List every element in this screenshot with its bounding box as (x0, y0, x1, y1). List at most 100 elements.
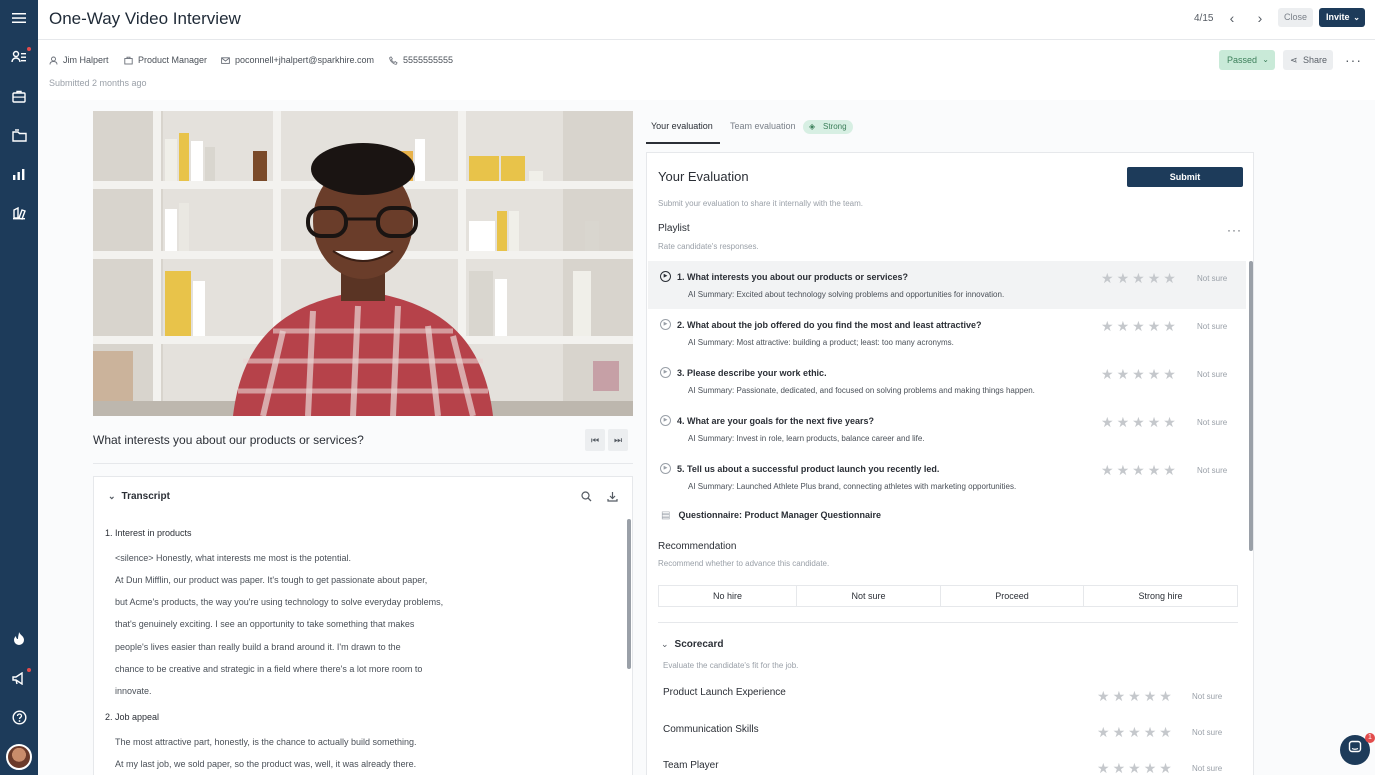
reports-icon[interactable] (9, 164, 29, 184)
jobs-icon[interactable] (9, 86, 29, 106)
star-rating[interactable]: ★ ★ ★ ★ ★ (1101, 271, 1176, 285)
star-icon[interactable]: ★ (1132, 271, 1145, 285)
star-rating[interactable]: ★ ★ ★ ★ ★ (1101, 463, 1176, 477)
next-chevron-icon[interactable]: › (1252, 10, 1268, 26)
star-icon[interactable]: ★ (1128, 725, 1141, 739)
search-icon[interactable] (579, 491, 593, 505)
star-icon[interactable]: ★ (1132, 415, 1145, 429)
star-icon[interactable]: ★ (1117, 319, 1130, 333)
star-icon[interactable]: ★ (1117, 367, 1130, 381)
rating-not-sure[interactable]: Not sure (1197, 466, 1227, 475)
scorecard-header[interactable]: ⌄ Scorecard (661, 639, 723, 650)
star-icon[interactable]: ★ (1113, 725, 1126, 739)
star-icon[interactable]: ★ (1148, 271, 1161, 285)
star-icon[interactable]: ★ (1159, 725, 1172, 739)
tab-your-evaluation[interactable]: Your evaluation (651, 121, 713, 131)
rating-not-sure[interactable]: Not sure (1197, 418, 1227, 427)
rating-not-sure[interactable]: Not sure (1197, 274, 1227, 283)
rating-not-sure[interactable]: Not sure (1192, 692, 1222, 701)
playlist-item[interactable]: ▶ 2. What about the job offered do you f… (648, 309, 1246, 357)
close-button[interactable]: Close (1278, 8, 1313, 27)
playlist-item[interactable]: ▶ 5. Tell us about a successful product … (648, 453, 1246, 501)
star-icon[interactable]: ★ (1101, 415, 1114, 429)
playlist-item[interactable]: ▶ 1. What interests you about our produc… (648, 261, 1246, 309)
star-rating[interactable]: ★ ★ ★ ★ ★ (1101, 367, 1176, 381)
recommendation-no-hire[interactable]: No hire (659, 586, 797, 606)
star-icon[interactable]: ★ (1132, 367, 1145, 381)
invite-button[interactable]: Invite ⌄ (1319, 8, 1365, 27)
star-icon[interactable]: ★ (1163, 271, 1176, 285)
star-icon[interactable]: ★ (1101, 271, 1114, 285)
status-dropdown[interactable]: Passed ⌄ (1219, 50, 1275, 70)
play-icon[interactable]: ▶ (660, 367, 671, 378)
menu-icon[interactable] (9, 8, 29, 28)
star-rating[interactable]: ★ ★ ★ ★ ★ (1101, 415, 1176, 429)
star-icon[interactable]: ★ (1097, 725, 1110, 739)
star-icon[interactable]: ★ (1148, 415, 1161, 429)
star-icon[interactable]: ★ (1117, 415, 1130, 429)
star-icon[interactable]: ★ (1132, 463, 1145, 477)
star-icon[interactable]: ★ (1144, 761, 1157, 775)
star-icon[interactable]: ★ (1113, 689, 1126, 703)
star-icon[interactable]: ★ (1163, 367, 1176, 381)
star-icon[interactable]: ★ (1101, 463, 1114, 477)
folder-icon[interactable] (9, 125, 29, 145)
star-icon[interactable]: ★ (1128, 761, 1141, 775)
user-avatar[interactable] (6, 744, 32, 770)
rating-not-sure[interactable]: Not sure (1197, 322, 1227, 331)
star-icon[interactable]: ★ (1144, 689, 1157, 703)
announcement-icon[interactable] (9, 668, 29, 688)
star-icon[interactable]: ★ (1101, 319, 1114, 333)
questionnaire-item[interactable]: ▤ Questionnaire: Product Manager Question… (661, 510, 881, 521)
star-rating[interactable]: ★ ★ ★ ★ ★ (1097, 689, 1172, 703)
star-rating[interactable]: ★ ★ ★ ★ ★ (1097, 761, 1172, 775)
candidate-email[interactable]: poconnell+jhalpert@sparkhire.com (235, 55, 374, 65)
star-icon[interactable]: ★ (1163, 319, 1176, 333)
star-icon[interactable]: ★ (1128, 689, 1141, 703)
play-icon[interactable]: ▶ (660, 319, 671, 330)
star-rating[interactable]: ★ ★ ★ ★ ★ (1097, 725, 1172, 739)
star-icon[interactable]: ★ (1148, 463, 1161, 477)
help-icon[interactable] (9, 707, 29, 727)
next-question-button[interactable]: ⏭ (608, 429, 628, 451)
candidates-icon[interactable] (9, 47, 29, 67)
transcript-header[interactable]: ⌄ Transcript (108, 491, 170, 502)
previous-chevron-icon[interactable]: ‹ (1224, 10, 1240, 26)
transcript-scrollbar[interactable] (627, 519, 631, 669)
library-icon[interactable] (9, 203, 29, 223)
more-options-icon[interactable]: ··· (1345, 52, 1362, 68)
evaluation-scrollbar[interactable] (1249, 261, 1253, 551)
play-icon[interactable]: ▶ (660, 415, 671, 426)
star-icon[interactable]: ★ (1148, 319, 1161, 333)
star-icon[interactable]: ★ (1159, 689, 1172, 703)
video-player[interactable] (93, 111, 633, 416)
rating-not-sure[interactable]: Not sure (1192, 764, 1222, 773)
submit-button[interactable]: Submit (1127, 167, 1243, 187)
download-icon[interactable] (605, 491, 619, 505)
star-icon[interactable]: ★ (1097, 689, 1110, 703)
recommendation-not-sure[interactable]: Not sure (797, 586, 941, 606)
star-icon[interactable]: ★ (1159, 761, 1172, 775)
star-icon[interactable]: ★ (1101, 367, 1114, 381)
playlist-item[interactable]: ▶ 4. What are your goals for the next fi… (648, 405, 1246, 453)
tab-team-evaluation[interactable]: Team evaluation (730, 121, 796, 131)
share-button[interactable]: ⋖ Share (1283, 50, 1333, 70)
recommendation-strong-hire[interactable]: Strong hire (1084, 586, 1237, 606)
star-icon[interactable]: ★ (1163, 463, 1176, 477)
rating-not-sure[interactable]: Not sure (1197, 370, 1227, 379)
star-icon[interactable]: ★ (1097, 761, 1110, 775)
star-icon[interactable]: ★ (1117, 463, 1130, 477)
star-icon[interactable]: ★ (1163, 415, 1176, 429)
playlist-more-icon[interactable]: ··· (1227, 223, 1242, 237)
recommendation-proceed[interactable]: Proceed (941, 586, 1084, 606)
star-rating[interactable]: ★ ★ ★ ★ ★ (1101, 319, 1176, 333)
play-icon[interactable]: ▶ (660, 463, 671, 474)
play-icon[interactable]: ▶ (660, 271, 671, 282)
previous-question-button[interactable]: ⏮ (585, 429, 605, 451)
star-icon[interactable]: ★ (1148, 367, 1161, 381)
star-icon[interactable]: ★ (1144, 725, 1157, 739)
candidate-phone[interactable]: 5555555555 (403, 55, 453, 65)
star-icon[interactable]: ★ (1117, 271, 1130, 285)
flame-icon[interactable] (9, 628, 29, 648)
star-icon[interactable]: ★ (1113, 761, 1126, 775)
